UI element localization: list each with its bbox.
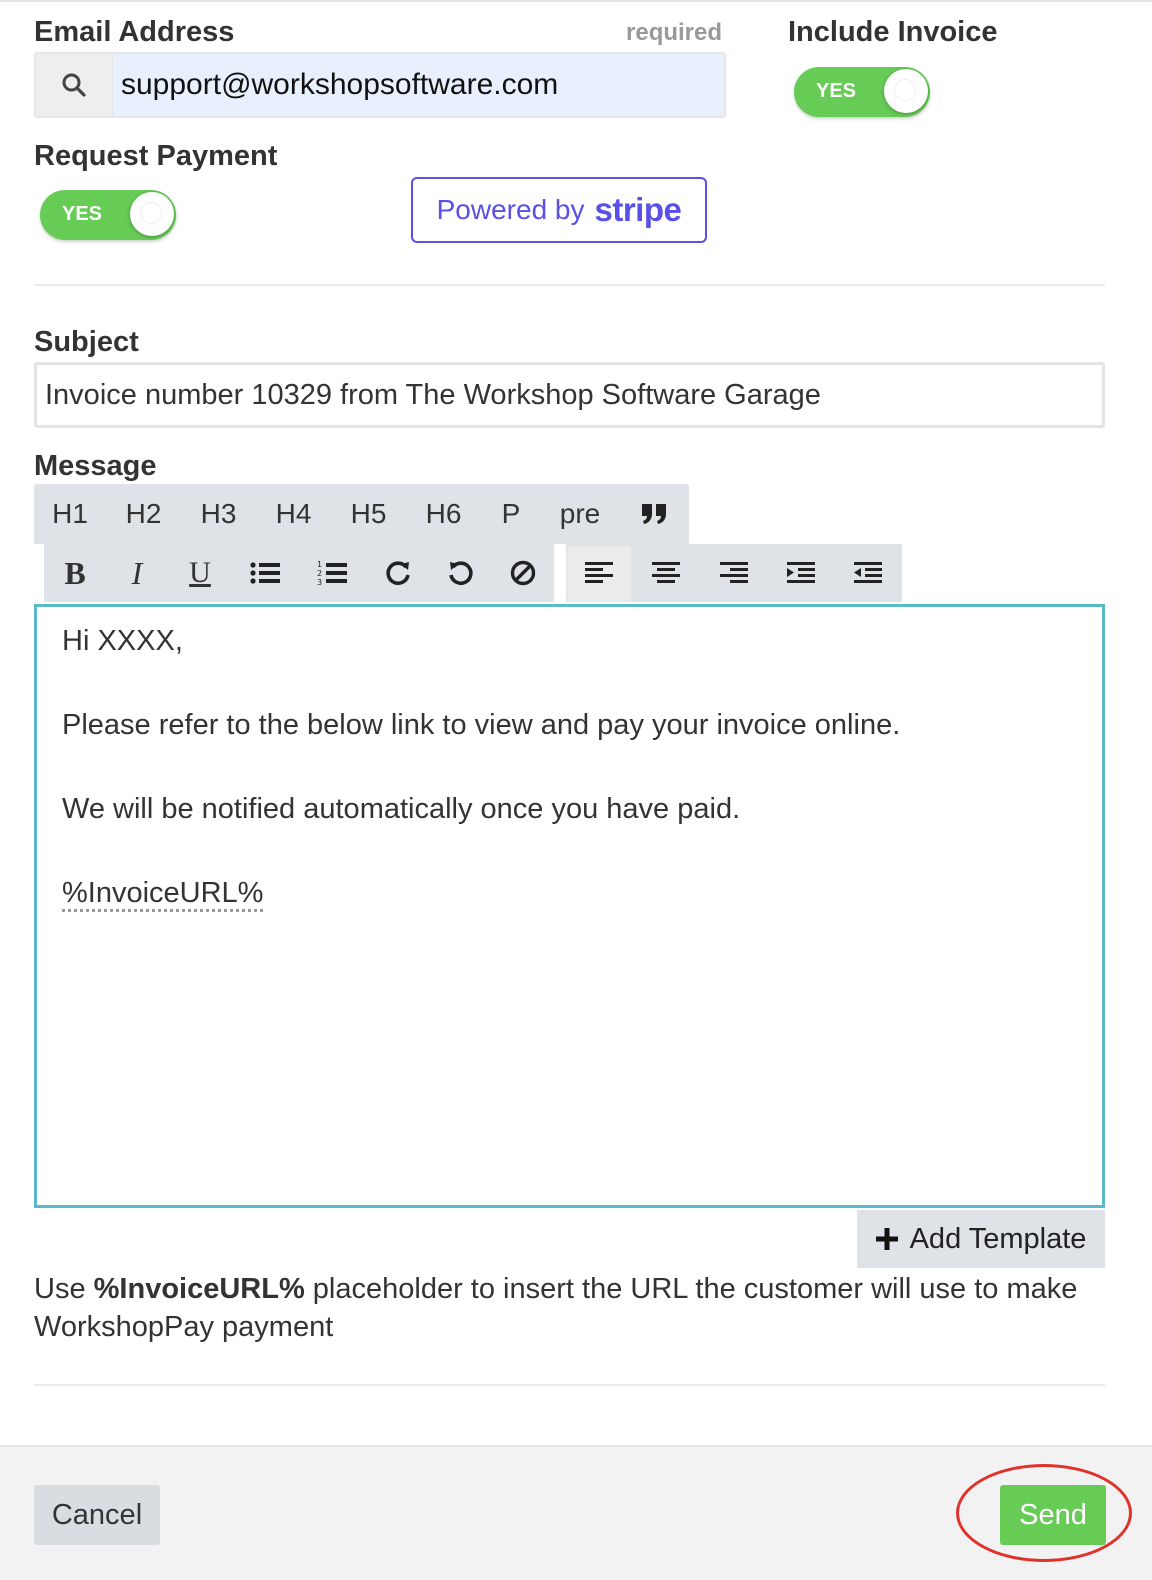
message-line: %InvoiceURL%	[62, 877, 1102, 912]
toolbar-h6-button[interactable]: H6	[406, 484, 481, 544]
stripe-prefix: Powered by	[436, 194, 585, 225]
message-line: Please refer to the below link to view a…	[62, 709, 901, 741]
message-line: Hi XXXX,	[62, 625, 183, 657]
toolbar-h3-button[interactable]: H3	[181, 484, 256, 544]
editor-toolbar-format: B I U 1 2 3	[44, 544, 554, 602]
svg-text:1: 1	[317, 560, 322, 569]
svg-text:2: 2	[317, 569, 322, 578]
email-field-group	[34, 52, 726, 118]
email-label: Email Address	[34, 16, 235, 48]
align-left-icon[interactable]	[566, 544, 632, 602]
quote-icon[interactable]	[619, 484, 689, 544]
toggle-knob	[884, 69, 928, 113]
subject-label: Subject	[34, 326, 139, 358]
redo-icon[interactable]	[366, 544, 430, 602]
svg-text:3: 3	[317, 578, 322, 587]
plus-icon	[875, 1228, 898, 1250]
request-payment-toggle[interactable]: YES	[40, 190, 176, 240]
toolbar-h1-button[interactable]: H1	[34, 484, 106, 544]
required-hint: required	[626, 19, 723, 46]
cancel-button[interactable]: Cancel	[34, 1485, 160, 1545]
include-invoice-toggle[interactable]: YES	[794, 67, 930, 117]
powered-by-stripe-badge[interactable]: Powered by stripe	[411, 177, 707, 243]
toggle-knob	[130, 192, 174, 236]
editor-toolbar-align	[566, 544, 902, 602]
add-template-label: Add Template	[909, 1222, 1087, 1255]
outdent-icon[interactable]	[834, 544, 902, 602]
underline-icon[interactable]: U	[168, 544, 232, 602]
request-payment-toggle-text: YES	[62, 203, 103, 225]
bold-icon[interactable]: B	[44, 544, 106, 602]
message-line: We will be notified automatically once y…	[62, 793, 741, 825]
add-template-button[interactable]: Add Template	[857, 1210, 1105, 1268]
italic-icon[interactable]: I	[106, 544, 168, 602]
placeholder-help-text: Use %InvoiceURL% placeholder to insert t…	[34, 1270, 1094, 1346]
top-border	[0, 0, 1152, 2]
include-invoice-toggle-text: YES	[816, 80, 857, 102]
search-icon	[36, 54, 113, 116]
align-right-icon[interactable]	[700, 544, 768, 602]
toolbar-h4-button[interactable]: H4	[256, 484, 331, 544]
align-center-icon[interactable]	[632, 544, 700, 602]
toolbar-h2-button[interactable]: H2	[106, 484, 181, 544]
toolbar-h5-button[interactable]: H5	[331, 484, 406, 544]
help-placeholder: %InvoiceURL%	[93, 1273, 305, 1305]
editor-toolbar-blocks: H1 H2 H3 H4 H5 H6 P pre	[34, 484, 689, 544]
indent-icon[interactable]	[768, 544, 834, 602]
email-input[interactable]	[113, 54, 724, 116]
numbered-list-icon[interactable]: 1 2 3	[298, 544, 366, 602]
divider	[34, 1384, 1105, 1386]
subject-input[interactable]	[34, 362, 1105, 428]
invoice-url-placeholder: %InvoiceURL%	[62, 877, 264, 912]
toolbar-p-button[interactable]: P	[481, 484, 541, 544]
annotation-circle	[956, 1464, 1132, 1562]
request-payment-label: Request Payment	[34, 140, 278, 172]
divider	[34, 284, 1105, 286]
toolbar-pre-button[interactable]: pre	[541, 484, 619, 544]
message-label: Message	[34, 450, 157, 482]
include-invoice-label: Include Invoice	[788, 16, 998, 48]
bullet-list-icon[interactable]	[232, 544, 298, 602]
message-editor[interactable]: Hi XXXX, Please refer to the below link …	[34, 604, 1105, 1208]
help-text-before: Use	[34, 1273, 94, 1305]
stripe-logo: stripe	[594, 191, 682, 228]
clear-format-icon[interactable]	[492, 544, 554, 602]
undo-icon[interactable]	[430, 544, 492, 602]
